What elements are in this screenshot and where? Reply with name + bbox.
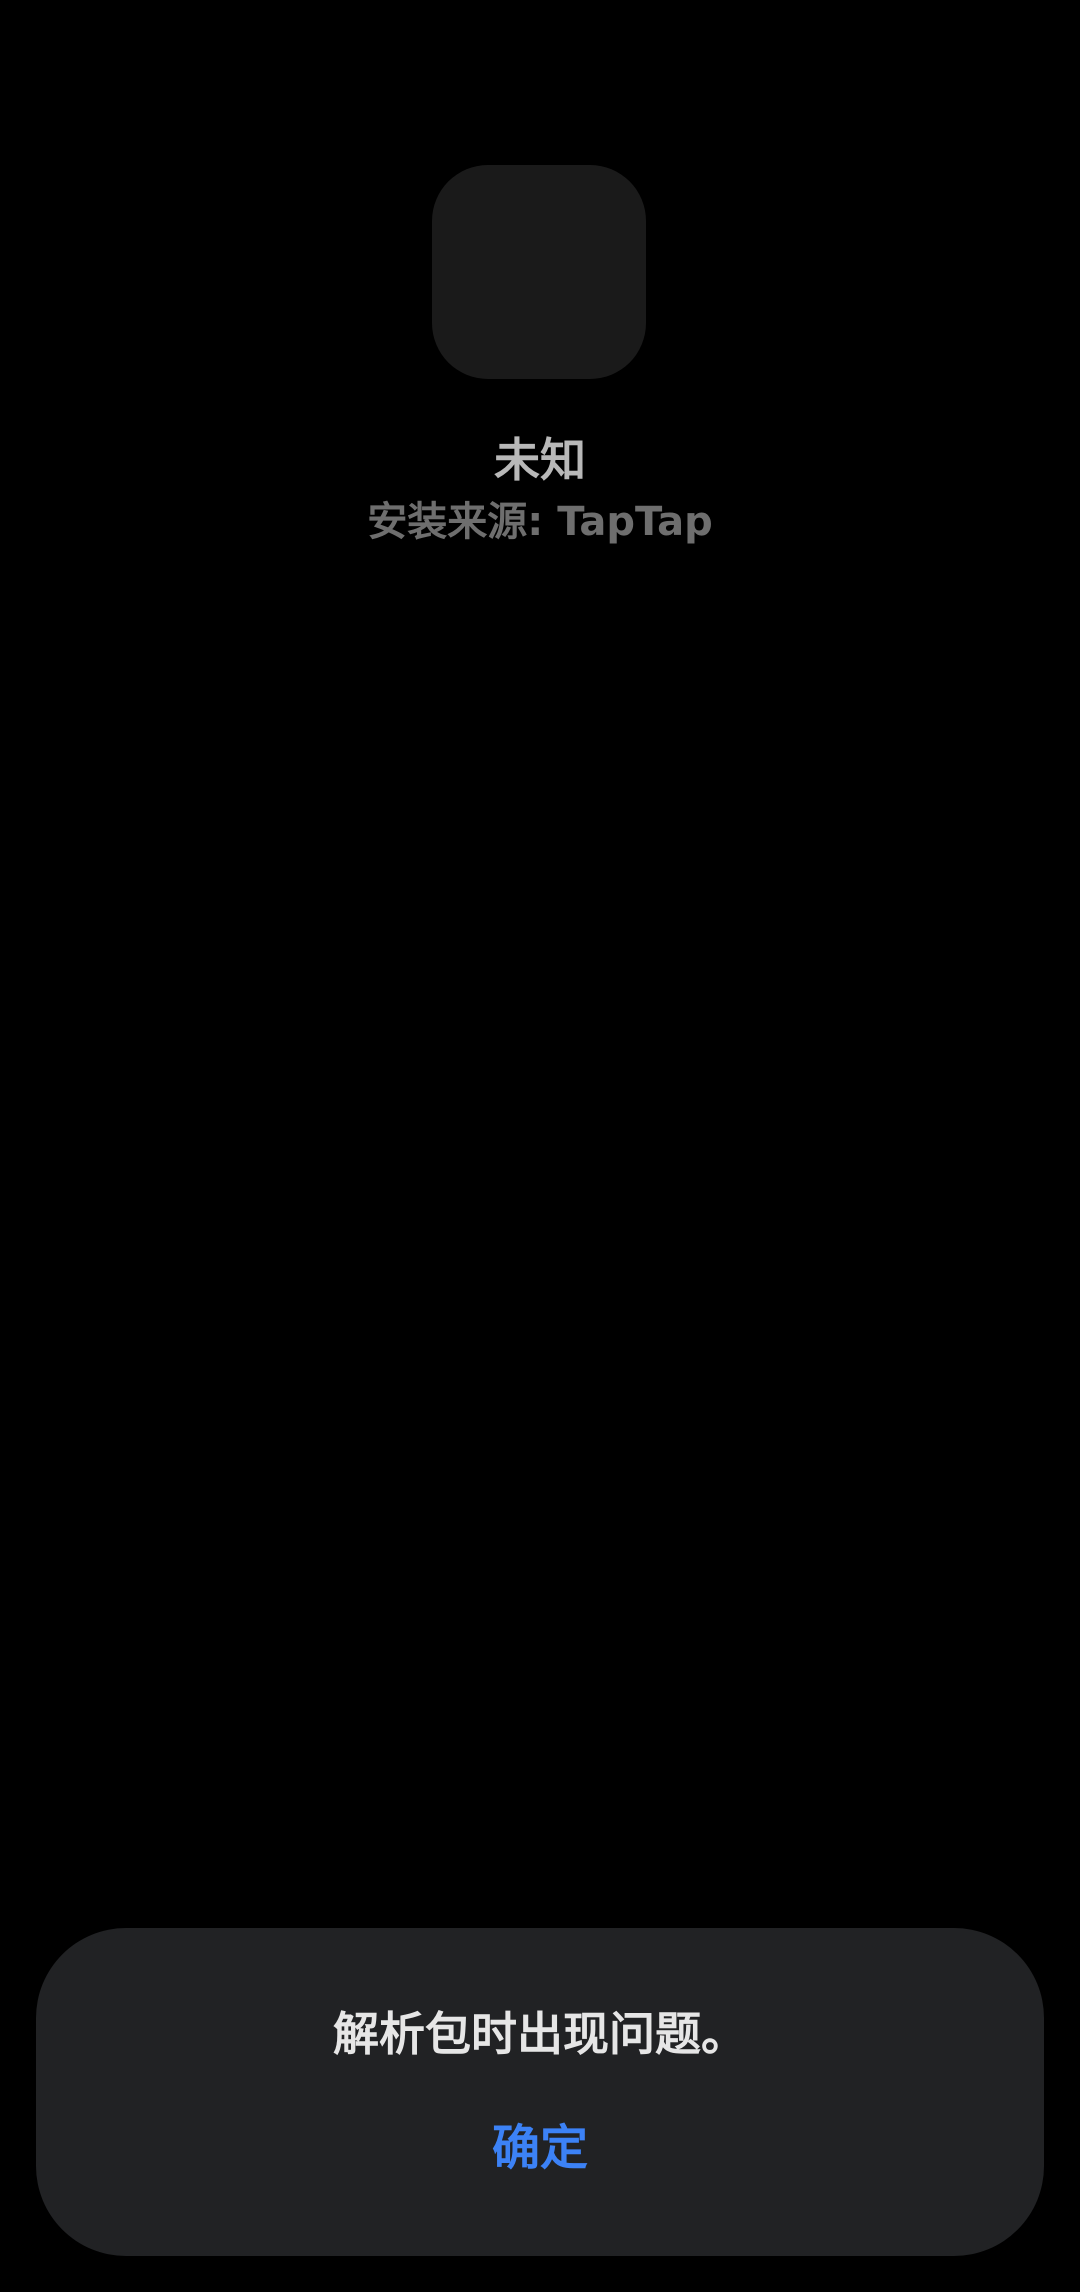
install-source-label: 安装来源: TapTap: [367, 499, 713, 545]
dialog-message: 解析包时出现问题。: [333, 2007, 747, 2061]
parse-error-dialog: 解析包时出现问题。 确定: [36, 1928, 1044, 2256]
confirm-button[interactable]: 确定: [440, 2108, 640, 2188]
app-name: 未知: [494, 433, 586, 487]
app-icon: [432, 165, 646, 379]
